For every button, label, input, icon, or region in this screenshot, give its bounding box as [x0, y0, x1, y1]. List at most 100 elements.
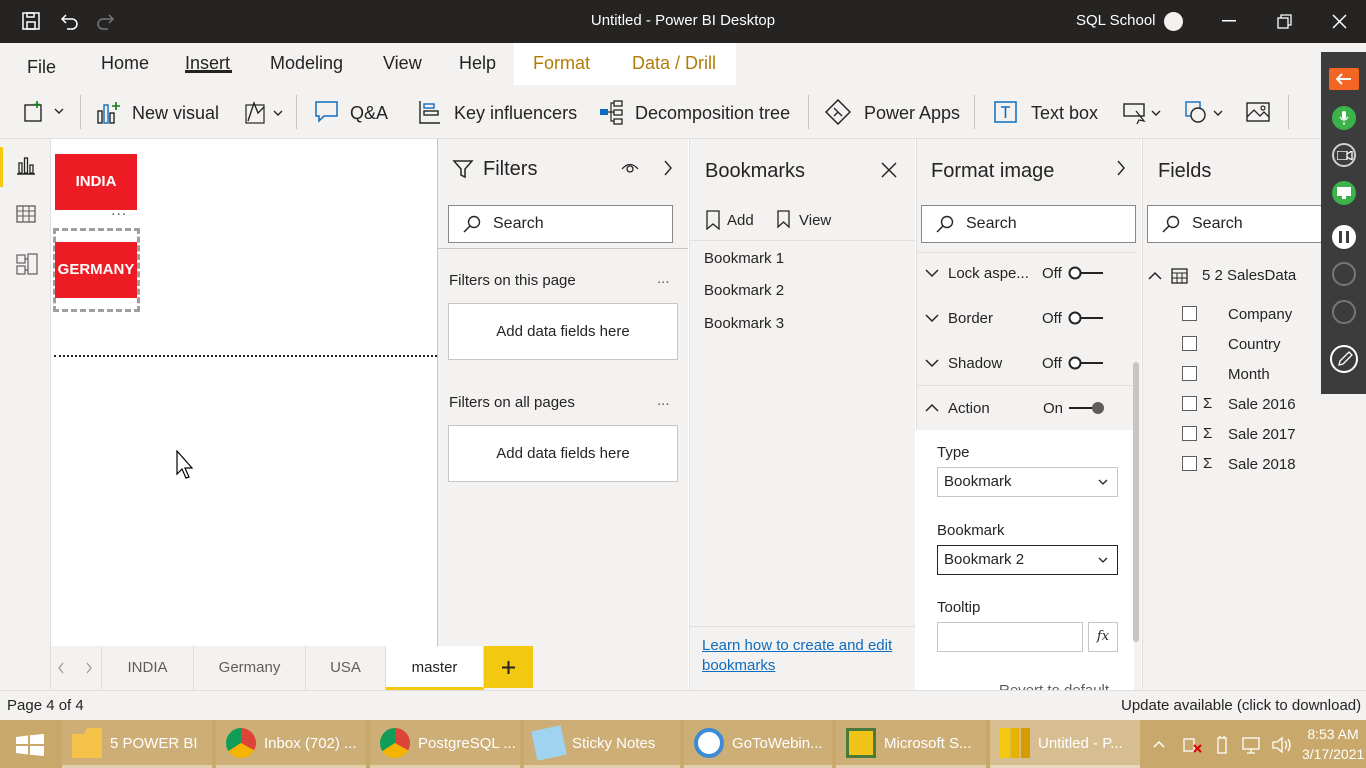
- buttons-icon[interactable]: [1122, 99, 1166, 125]
- chevron-down-icon[interactable]: [925, 268, 939, 278]
- field-checkbox[interactable]: [1182, 366, 1197, 381]
- qa-button[interactable]: Q&A: [350, 103, 388, 124]
- text-box-button[interactable]: Text box: [1031, 103, 1098, 124]
- image-icon[interactable]: [1245, 99, 1271, 125]
- text-box-icon[interactable]: [993, 99, 1019, 125]
- field-item[interactable]: Sale 2017: [1228, 426, 1296, 443]
- table-name[interactable]: 5 2 SalesData: [1202, 267, 1296, 284]
- tab-view[interactable]: View: [383, 53, 422, 74]
- tab-home[interactable]: Home: [101, 53, 149, 74]
- chevron-down-icon[interactable]: [925, 358, 939, 368]
- power-apps-button[interactable]: Power Apps: [864, 103, 960, 124]
- model-view-icon[interactable]: [16, 253, 38, 275]
- bookmark-item[interactable]: Bookmark 1: [704, 250, 784, 267]
- reset-to-default-link[interactable]: Revert to default: [999, 682, 1109, 690]
- taskbar-item[interactable]: 5 POWER BI: [62, 720, 212, 768]
- microphone-icon[interactable]: [1332, 106, 1356, 130]
- field-checkbox[interactable]: [1182, 336, 1197, 351]
- bookmark-item[interactable]: Bookmark 2: [704, 282, 784, 299]
- taskbar-item[interactable]: Microsoft S...: [836, 720, 986, 768]
- drawing-pen-icon[interactable]: [1330, 345, 1358, 373]
- data-view-icon[interactable]: [16, 204, 36, 224]
- field-item[interactable]: Month: [1228, 366, 1270, 383]
- collapse-format-icon[interactable]: [1116, 160, 1126, 176]
- tooltip-input[interactable]: [937, 622, 1083, 652]
- key-influencers-button[interactable]: Key influencers: [454, 103, 577, 124]
- taskbar-item[interactable]: GoToWebin...: [684, 720, 832, 768]
- field-checkbox[interactable]: [1182, 306, 1197, 321]
- new-visual-icon[interactable]: [96, 99, 122, 125]
- new-page-icon[interactable]: [23, 99, 71, 123]
- action-toggle[interactable]: [1067, 401, 1105, 415]
- view-bookmark-icon[interactable]: [776, 210, 794, 230]
- fx-button[interactable]: fx: [1088, 622, 1118, 652]
- add-bookmark-icon[interactable]: [705, 210, 721, 230]
- avatar[interactable]: [1164, 12, 1183, 31]
- volume-icon[interactable]: [1271, 735, 1293, 755]
- page-tab[interactable]: INDIA: [101, 646, 194, 690]
- new-visual-button[interactable]: New visual: [132, 103, 219, 124]
- tab-file[interactable]: File: [27, 57, 56, 78]
- restore-icon[interactable]: [1277, 14, 1292, 29]
- taskbar-item-active[interactable]: Untitled - P...: [990, 720, 1140, 768]
- chevron-up-icon[interactable]: [925, 403, 939, 413]
- learn-bookmarks-link[interactable]: Learn how to create and edit: [702, 637, 892, 654]
- learn-bookmarks-link[interactable]: bookmarks: [702, 657, 775, 674]
- field-checkbox[interactable]: [1182, 396, 1197, 411]
- update-available-link[interactable]: Update available (click to download): [1121, 697, 1361, 714]
- chevron-right-icon[interactable]: [85, 662, 93, 674]
- collapse-filters-icon[interactable]: [663, 160, 673, 176]
- more-options-icon[interactable]: ...: [657, 270, 670, 287]
- format-scrollbar[interactable]: [1133, 362, 1139, 642]
- decomposition-tree-button[interactable]: Decomposition tree: [635, 103, 790, 124]
- all-pages-filter-well[interactable]: Add data fields here: [448, 425, 678, 482]
- shapes-icon[interactable]: [1184, 99, 1228, 125]
- decomposition-tree-icon[interactable]: [598, 99, 624, 125]
- border-toggle[interactable]: [1067, 311, 1105, 325]
- germany-image-button[interactable]: GERMANY: [55, 242, 137, 298]
- start-button[interactable]: [0, 720, 58, 768]
- camera-icon[interactable]: [1332, 143, 1356, 167]
- back-arrow-icon[interactable]: [1329, 68, 1359, 90]
- page-tab[interactable]: Germany: [194, 646, 306, 690]
- chevron-up-icon[interactable]: [1148, 271, 1162, 281]
- minimize-icon[interactable]: [1222, 20, 1236, 22]
- tab-help[interactable]: Help: [459, 53, 496, 74]
- clock-time[interactable]: 8:53 AM: [1302, 726, 1364, 742]
- eye-icon[interactable]: [621, 160, 639, 176]
- user-name[interactable]: SQL School: [1076, 12, 1156, 29]
- monitor-icon[interactable]: [1332, 300, 1356, 324]
- chevron-down-icon[interactable]: [925, 313, 939, 323]
- field-checkbox[interactable]: [1182, 456, 1197, 471]
- shadow-toggle[interactable]: [1067, 356, 1105, 370]
- power-icon[interactable]: [1212, 735, 1232, 755]
- field-checkbox[interactable]: [1182, 426, 1197, 441]
- format-search-input[interactable]: Search: [921, 205, 1136, 243]
- key-influencers-icon[interactable]: [418, 99, 442, 125]
- field-item[interactable]: Company: [1228, 306, 1292, 323]
- chevron-left-icon[interactable]: [57, 662, 65, 674]
- field-item[interactable]: Sale 2016: [1228, 396, 1296, 413]
- bookmark-item[interactable]: Bookmark 3: [704, 315, 784, 332]
- taskbar-item[interactable]: Inbox (702) ...: [216, 720, 366, 768]
- page-tab-active[interactable]: master: [386, 646, 484, 690]
- qa-icon[interactable]: [314, 99, 340, 125]
- screen-share-icon[interactable]: [1332, 181, 1356, 205]
- report-view-icon[interactable]: [16, 155, 36, 175]
- add-bookmark-button[interactable]: Add: [727, 212, 754, 229]
- taskbar-item[interactable]: PostgreSQL ...: [370, 720, 520, 768]
- more-options-icon[interactable]: ...: [657, 392, 670, 409]
- network-icon[interactable]: [1183, 735, 1203, 755]
- mouse-control-icon[interactable]: [1332, 262, 1356, 286]
- devices-icon[interactable]: [1241, 735, 1261, 755]
- close-icon[interactable]: [881, 162, 897, 178]
- add-page-button[interactable]: [484, 646, 533, 688]
- page-tab[interactable]: USA: [306, 646, 386, 690]
- page-filter-well[interactable]: Add data fields here: [448, 303, 678, 360]
- fields-search-input[interactable]: Search: [1147, 205, 1327, 243]
- tab-data-drill[interactable]: Data / Drill: [632, 53, 716, 74]
- chevron-up-icon[interactable]: [1153, 740, 1165, 748]
- view-bookmark-button[interactable]: View: [799, 212, 831, 229]
- lock-aspect-toggle[interactable]: [1067, 266, 1105, 280]
- type-dropdown[interactable]: Bookmark: [937, 467, 1118, 497]
